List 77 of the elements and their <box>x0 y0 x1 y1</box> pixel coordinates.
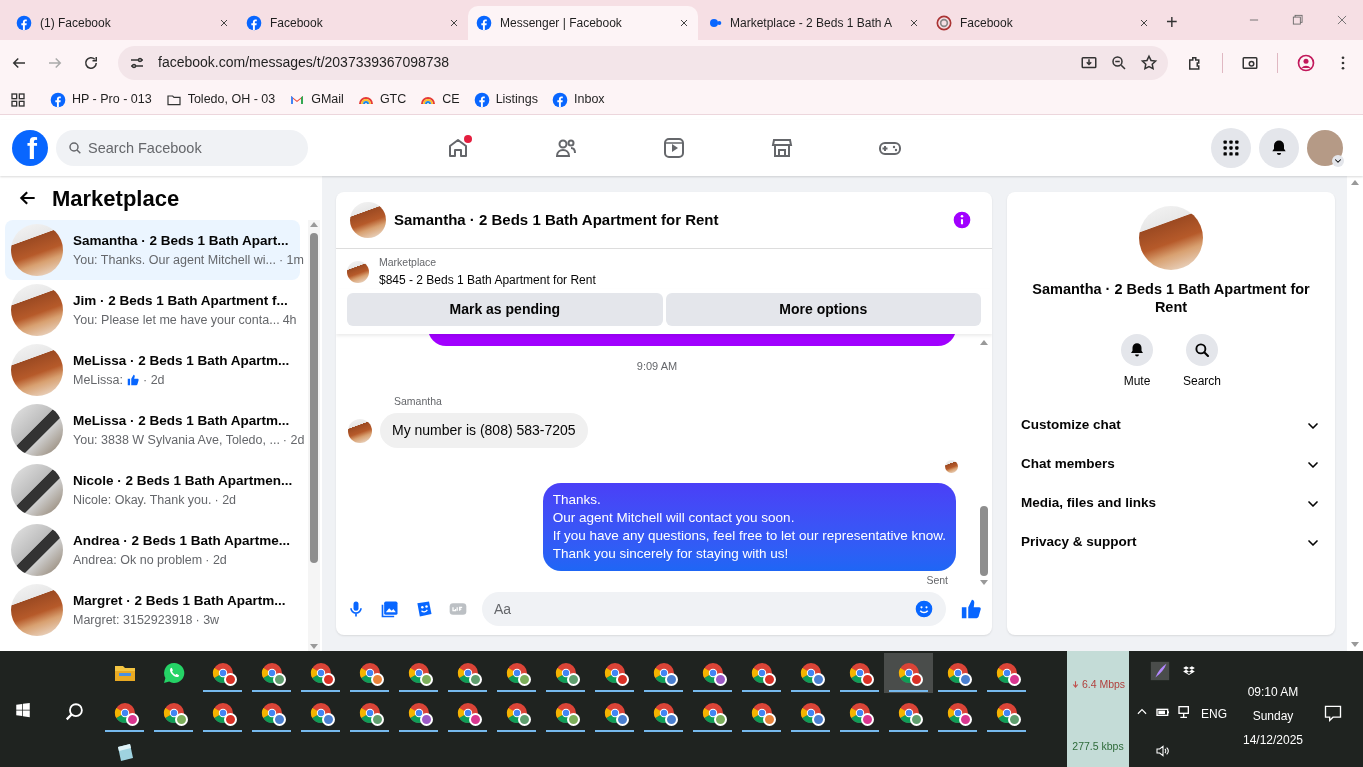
listing-button[interactable]: Mark as pending <box>347 292 663 326</box>
message-timestamp: 9:09 AM <box>636 358 678 374</box>
accordion-item[interactable]: Media, files and links <box>1015 484 1327 523</box>
sender-name: Samantha <box>394 394 443 410</box>
sidebar-title: Marketplace <box>52 184 180 213</box>
browser-tab[interactable]: (1) Facebook <box>8 6 238 40</box>
message-bubble: My number is (808) 583-7205 <box>380 413 588 448</box>
conversation-name: MeLissa · 2 Beds 1 Bath Apartm... <box>73 411 291 430</box>
conversation-name: MeLissa · 2 Beds 1 Bath Apartm... <box>73 351 290 370</box>
browser-tab[interactable]: Marketplace - 2 Beds 1 Bath A <box>698 6 928 40</box>
message-preview: Margret: 3152923918 <box>73 611 193 629</box>
tab-title: Facebook <box>270 15 324 32</box>
conversation-name: Margret · 2 Beds 1 Bath Apartm... <box>73 591 286 610</box>
message-preview: Andrea: Ok no problem <box>73 551 203 569</box>
url-text: facebook.com/messages/t/2037339367098738 <box>158 53 451 72</box>
bookmark[interactable]: Listings <box>473 90 539 109</box>
conversation-title: Samantha · 2 Beds 1 Bath Apartment for Rent <box>1031 280 1311 316</box>
clock[interactable]: 09:10 AM Sunday 14/12/2025 <box>1237 683 1309 749</box>
tab-title: Marketplace - 2 Beds 1 Bath A <box>730 15 894 32</box>
message-time: · 2d <box>214 491 237 509</box>
message-time: 4h <box>282 311 297 329</box>
accordion-item[interactable]: Chat members <box>1015 445 1327 484</box>
browser-tab[interactable]: Facebook <box>238 6 468 40</box>
conversation-item[interactable]: Andrea · 2 Beds 1 Bath Apartme... Andrea: Ok no problem · 2d <box>5 520 300 580</box>
facebook-logo[interactable]: f <box>12 130 48 166</box>
accordion-label: Customize chat <box>1021 416 1122 435</box>
message-preview: Nicole: Okay. Thank you. <box>73 491 212 509</box>
address-bar[interactable]: facebook.com/messages/t/2037339367098738 <box>118 45 1168 80</box>
message-preview: MeLissa: <box>73 371 124 389</box>
bookmark[interactable]: GTC <box>357 90 407 109</box>
message-preview: You: 3838 W Sylvania Ave, Toledo, ... <box>73 431 280 449</box>
message-status: Sent <box>926 573 948 587</box>
conversation-item[interactable]: Jim · 2 Beds 1 Bath Apartment f... You: Please let me have your conta... 4h <box>5 280 300 340</box>
conversation-item[interactable]: Nicole · 2 Beds 1 Bath Apartmen... Nicole: Okay. Thank you. · 2d <box>5 460 300 520</box>
message-preview: You: Thanks. Our agent Mitchell wi... <box>73 251 276 269</box>
new-tab-button[interactable]: + <box>1166 12 1178 32</box>
bookmark[interactable]: Inbox <box>552 90 605 109</box>
accordion-item[interactable]: Privacy & support <box>1015 523 1327 562</box>
bookmark[interactable]: HP - Pro - 013 <box>50 90 152 109</box>
upload-speed: 277.5 kbps <box>1072 738 1124 754</box>
message-time: · 2d <box>205 551 227 569</box>
action-button[interactable]: Search <box>1183 334 1221 390</box>
message-time: · 2d <box>282 431 305 449</box>
language-indicator[interactable]: ENG <box>1201 705 1227 723</box>
conversation-name: Andrea · 2 Beds 1 Bath Apartme... <box>73 531 291 550</box>
bookmark[interactable]: GMail <box>289 90 344 109</box>
tab-title: (1) Facebook <box>40 15 112 32</box>
clock-time: 09:10 AM <box>1247 684 1299 701</box>
tab-title: Messenger | Facebook <box>500 15 623 32</box>
chat-title: Samantha · 2 Beds 1 Bath Apartment for Rent <box>394 209 719 230</box>
browser-tab[interactable]: Facebook <box>928 6 1158 40</box>
message-input[interactable]: Aa <box>482 592 946 626</box>
accordion-label: Privacy & support <box>1021 533 1138 552</box>
browser-tab[interactable]: Messenger | Facebook <box>468 6 698 40</box>
action-button[interactable]: Mute <box>1121 334 1153 390</box>
listing-label: Marketplace <box>379 255 438 270</box>
message-time: · 2d <box>143 371 165 389</box>
conversation-name: Samantha · 2 Beds 1 Bath Apart... <box>73 231 290 250</box>
message-preview: You: Please let me have your conta... <box>73 311 280 329</box>
bookmark[interactable]: CE <box>420 90 460 109</box>
clock-date: 14/12/2025 <box>1242 732 1304 749</box>
bookmark[interactable]: Toledo, OH - 03 <box>165 90 276 109</box>
accordion-label: Media, files and links <box>1021 494 1158 513</box>
accordion-label: Chat members <box>1021 455 1116 474</box>
download-speed: 6.4 Mbps <box>1081 677 1126 692</box>
message-bubble: Thanks. Our agent Mitchell will contact you soon. If you have any questions, feel free to let our representative know. Thank you sincerely for staying with us! <box>542 483 956 571</box>
message-time: · 3w <box>195 611 220 629</box>
clock-day: Sunday <box>1252 707 1294 725</box>
conversation-item[interactable]: Margret · 2 Beds 1 Bath Apartm... Margret: 3152923918 · 3w <box>5 580 300 640</box>
listing-button[interactable]: More options <box>665 292 981 326</box>
tab-title: Facebook <box>960 15 1014 32</box>
conversation-item[interactable]: MeLissa · 2 Beds 1 Bath Apartm... MeLissa: · 2d <box>5 340 300 400</box>
listing-title: $845 - 2 Beds 1 Bath Apartment for Rent <box>379 271 596 289</box>
conversation-name: Jim · 2 Beds 1 Bath Apartment f... <box>73 291 289 310</box>
accordion-item[interactable]: Customize chat <box>1015 406 1327 445</box>
search-field[interactable]: Search Facebook <box>56 130 308 166</box>
conversation-name: Nicole · 2 Beds 1 Bath Apartmen... <box>73 471 293 490</box>
